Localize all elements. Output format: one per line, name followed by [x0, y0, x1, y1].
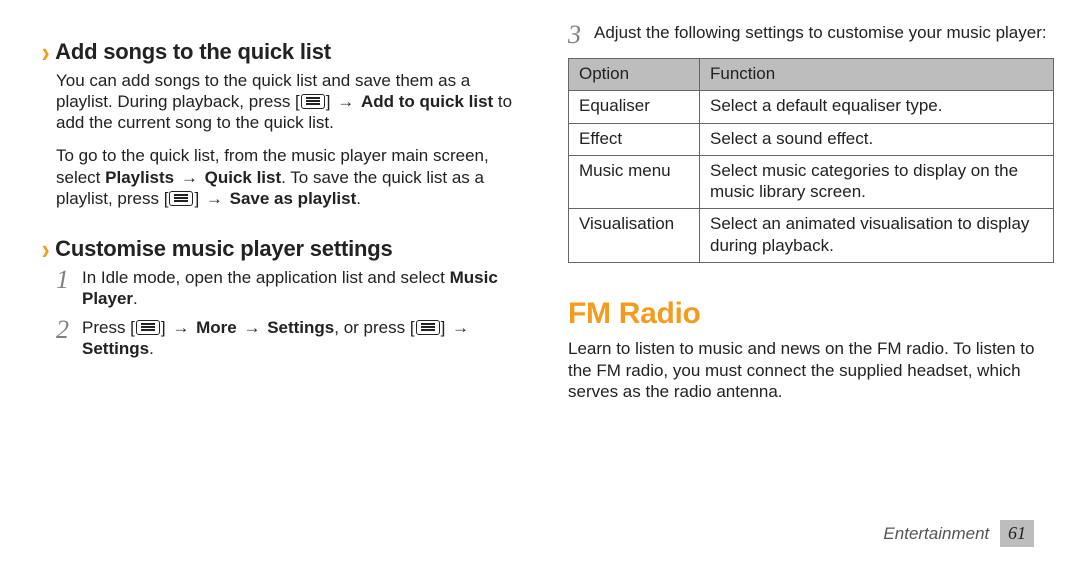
chevron-right-icon: ›	[42, 35, 50, 71]
section-heading-text: Customise music player settings	[55, 236, 392, 261]
options-table: Option Function Equaliser Select a defau…	[568, 58, 1054, 263]
page-body: ›Add songs to the quick list You can add…	[0, 0, 1080, 520]
arrow-icon: →	[206, 189, 223, 208]
numbered-list: 1 In Idle mode, open the application lis…	[42, 267, 528, 360]
step-number: 1	[56, 267, 82, 293]
menu-icon	[301, 94, 325, 109]
table-header-option: Option	[569, 59, 700, 91]
page-footer: Entertainment 61	[0, 520, 1080, 547]
numbered-list: 3 Adjust the following settings to custo…	[568, 22, 1054, 48]
option-cell: Effect	[569, 123, 700, 155]
arrow-icon: →	[243, 318, 260, 337]
bold-text: Save as playlist	[230, 189, 357, 208]
table-row: Visualisation Select an animated visuali…	[569, 209, 1054, 263]
paragraph: To go to the quick list, from the music …	[42, 145, 528, 209]
table-row: Music menu Select music categories to di…	[569, 155, 1054, 209]
arrow-icon: →	[452, 318, 469, 337]
menu-icon	[416, 320, 440, 335]
option-cell: Visualisation	[569, 209, 700, 263]
step-text: Adjust the following settings to customi…	[594, 22, 1054, 43]
text: ]	[326, 92, 335, 111]
text: .	[133, 289, 138, 308]
step-text: In Idle mode, open the application list …	[82, 267, 528, 310]
step-number: 3	[568, 22, 594, 48]
text: .	[149, 339, 154, 358]
bold-text: Add to quick list	[361, 92, 493, 111]
section-heading-add-songs: ›Add songs to the quick list	[42, 38, 528, 66]
text: , or press [	[334, 318, 414, 337]
text: Press [	[82, 318, 135, 337]
step-text: Press [] → More → Settings, or press [] …	[82, 317, 528, 360]
bold-text: Quick list	[205, 168, 282, 187]
menu-icon	[169, 191, 193, 206]
bold-text: Playlists	[105, 168, 174, 187]
paragraph: You can add songs to the quick list and …	[42, 70, 528, 134]
right-column: 3 Adjust the following settings to custo…	[568, 18, 1054, 512]
bold-text: Settings	[267, 318, 334, 337]
function-cell: Select a sound effect.	[700, 123, 1054, 155]
function-cell: Select music categories to display on th…	[700, 155, 1054, 209]
option-cell: Equaliser	[569, 91, 700, 123]
page-number: 61	[1000, 520, 1034, 547]
function-cell: Select an animated visualisation to disp…	[700, 209, 1054, 263]
table-row: Effect Select a sound effect.	[569, 123, 1054, 155]
text: ]	[161, 318, 170, 337]
table-header-function: Function	[700, 59, 1054, 91]
left-column: ›Add songs to the quick list You can add…	[42, 18, 528, 512]
function-cell: Select a default equaliser type.	[700, 91, 1054, 123]
arrow-icon: →	[337, 92, 354, 111]
text: .	[356, 189, 361, 208]
section-heading-text: Add songs to the quick list	[55, 39, 331, 64]
step-number: 2	[56, 317, 82, 343]
table-header-row: Option Function	[569, 59, 1054, 91]
section-heading-customise: ›Customise music player settings	[42, 235, 528, 263]
menu-icon	[136, 320, 160, 335]
list-item: 1 In Idle mode, open the application lis…	[56, 267, 528, 310]
footer-section: Entertainment	[883, 524, 989, 543]
list-item: 2 Press [] → More → Settings, or press […	[56, 317, 528, 360]
bold-text: More	[196, 318, 237, 337]
arrow-icon: →	[181, 168, 198, 187]
option-cell: Music menu	[569, 155, 700, 209]
text: ]	[441, 318, 450, 337]
bold-text: Settings	[82, 339, 149, 358]
text: In Idle mode, open the application list …	[82, 268, 450, 287]
heading-fm-radio: FM Radio	[568, 295, 1054, 333]
text: ]	[194, 189, 203, 208]
arrow-icon: →	[172, 318, 189, 337]
fm-radio-paragraph: Learn to listen to music and news on the…	[568, 338, 1054, 402]
list-item: 3 Adjust the following settings to custo…	[568, 22, 1054, 48]
chevron-right-icon: ›	[42, 232, 50, 268]
table-row: Equaliser Select a default equaliser typ…	[569, 91, 1054, 123]
